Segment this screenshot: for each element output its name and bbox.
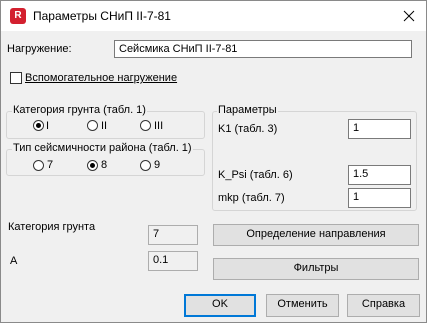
auxiliary-load-checkbox[interactable] [10,72,22,84]
load-label: Нагружение: [7,43,72,55]
seismicity-option-7[interactable]: 7 [47,159,53,171]
dialog-body: Нагружение: Сейсмика СНиП II-7-81 Вспомо… [1,31,426,322]
radio-selected-dot [36,123,41,128]
close-icon [403,10,415,22]
k1-label: K1 (табл. 3) [218,123,278,135]
k1-input[interactable]: 1 [348,119,411,139]
soil-category-radio-i[interactable] [33,120,44,131]
seismicity-radio-8[interactable] [87,160,98,171]
title-bar[interactable]: R Параметры СНиП II-7-81 [1,1,426,31]
seismicity-radio-7[interactable] [33,160,44,171]
mkp-input[interactable]: 1 [348,188,411,208]
soil-category-radio-iii[interactable] [140,120,151,131]
soil-category-group-title: Категория грунта (табл. 1) [12,104,147,116]
soil-category-option-i[interactable]: I [46,120,49,132]
filters-button[interactable]: Фильтры [213,258,419,280]
a-readout: 0.1 [148,251,198,271]
kpsi-label: K_Psi (табл. 6) [218,169,293,181]
window-title: Параметры СНиП II-7-81 [33,9,171,23]
soil-category-option-ii[interactable]: II [101,120,107,132]
mkp-label: mkp (табл. 7) [218,192,285,204]
load-field[interactable]: Сейсмика СНиП II-7-81 [114,40,412,58]
seismicity-option-9[interactable]: 9 [154,159,160,171]
ok-button[interactable]: OK [184,294,256,317]
app-icon: R [10,8,26,24]
seismicity-radio-9[interactable] [140,160,151,171]
close-button[interactable] [397,5,421,27]
soil-category-option-iii[interactable]: III [154,120,163,132]
radio-selected-dot [90,163,95,168]
auxiliary-load-label[interactable]: Вспомогательное нагружение [25,72,177,84]
dialog-window: R Параметры СНиП II-7-81 Нагружение: Сей… [0,0,427,323]
a-label: A [10,255,18,267]
direction-button[interactable]: Определение направления [213,224,419,246]
seismicity-group-title: Тип сейсмичности района (табл. 1) [12,142,193,154]
soil-category-readout-label: Категория грунта [8,221,96,233]
cancel-button[interactable]: Отменить [266,294,339,317]
kpsi-input[interactable]: 1.5 [348,165,411,185]
help-button[interactable]: Справка [347,294,420,317]
seismicity-option-8[interactable]: 8 [101,159,107,171]
soil-category-readout: 7 [148,225,198,245]
parameters-group-title: Параметры [217,104,278,116]
soil-category-radio-ii[interactable] [87,120,98,131]
